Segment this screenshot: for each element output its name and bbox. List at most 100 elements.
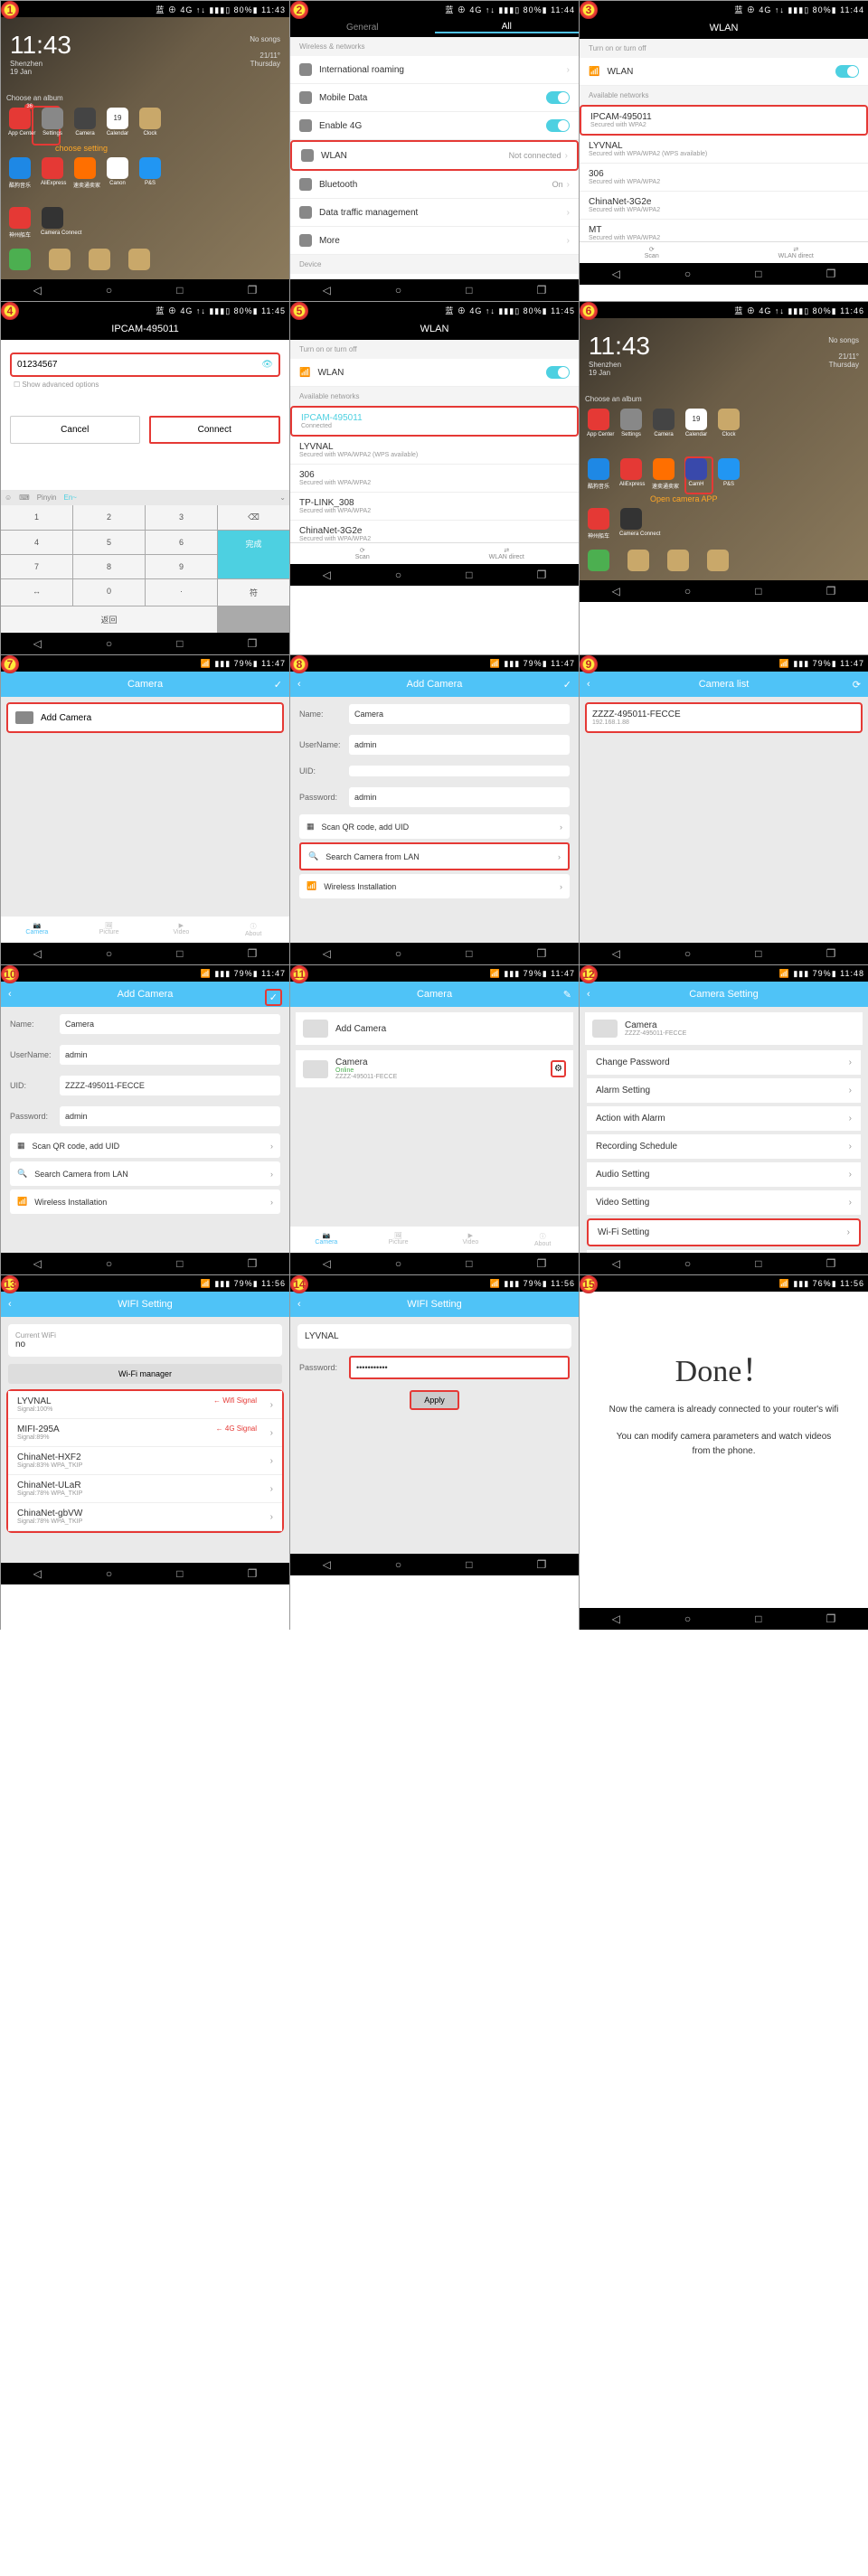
wlan-toggle-row[interactable]: 📶WLAN xyxy=(580,58,868,86)
key[interactable]: 7 xyxy=(1,555,72,578)
toggle-icon[interactable] xyxy=(835,65,859,78)
wifi-option[interactable]: ChinaNet-HXF2Signal:83% WPA_TKIP› xyxy=(8,1447,282,1475)
dock-phone[interactable] xyxy=(88,249,111,272)
edit-icon[interactable]: ✎ xyxy=(563,989,571,1001)
check-icon[interactable]: ✓ xyxy=(563,679,571,691)
search-lan-button[interactable]: 🔍Search Camera from LAN› xyxy=(10,1161,280,1186)
key[interactable]: ↔ xyxy=(1,579,72,606)
password-input[interactable]: 01234567👁 xyxy=(10,353,280,377)
row-data-traffic[interactable]: Data traffic management› xyxy=(290,199,579,227)
wifi-item[interactable]: TP-LINK_308Secured with WPA/WPA2 xyxy=(290,493,579,521)
back-icon[interactable]: ‹ xyxy=(297,679,301,690)
scan-button[interactable]: ⟳Scan xyxy=(290,547,435,560)
wireless-install-button[interactable]: 📶Wireless Installation› xyxy=(10,1189,280,1214)
wlan-direct-button[interactable]: ⇄WLAN direct xyxy=(724,246,868,259)
apply-button[interactable]: Apply xyxy=(410,1390,459,1410)
key[interactable]: · xyxy=(146,579,217,606)
key[interactable]: 6 xyxy=(146,531,217,554)
row-more[interactable]: More› xyxy=(290,227,579,255)
wifi-ipcam[interactable]: IPCAM-495011Secured with WPA2 xyxy=(580,105,868,136)
wlan-direct-button[interactable]: ⇄WLAN direct xyxy=(435,547,580,560)
app-seller[interactable]: 速卖通卖家 xyxy=(73,157,97,189)
advanced-checkbox[interactable]: ☐ Show advanced options xyxy=(14,381,277,389)
setting-change-password[interactable]: Change Password› xyxy=(587,1050,861,1075)
app-clock[interactable]: Clock xyxy=(138,108,162,136)
row-enable-4g[interactable]: Enable 4G xyxy=(290,112,579,140)
weather-widget[interactable]: No songs21/11°Thursday xyxy=(250,35,280,68)
uid-input[interactable] xyxy=(349,766,570,776)
toggle-icon[interactable] xyxy=(546,91,570,104)
cancel-button[interactable]: Cancel xyxy=(10,416,140,444)
wifi-option[interactable]: LYVNALSignal:100%›← Wifi Signal xyxy=(8,1391,282,1419)
key[interactable]: 9 xyxy=(146,555,217,578)
key-backspace[interactable]: ⌫ xyxy=(218,505,289,530)
wifi-item[interactable]: LYVNALSecured with WPA/WPA2 (WPS availab… xyxy=(290,437,579,465)
check-icon[interactable]: ✓ xyxy=(274,679,282,691)
wifi-item[interactable]: 306Secured with WPA/WPA2 xyxy=(580,164,868,192)
setting-video[interactable]: Video Setting› xyxy=(587,1190,861,1215)
key-back[interactable]: 返回 xyxy=(1,606,217,633)
scan-qr-button[interactable]: ▦Scan QR code, add UID› xyxy=(299,814,570,839)
wlan-toggle-row[interactable]: 📶WLAN xyxy=(290,359,579,387)
clock-widget[interactable]: 11:43 Shenzhen19 Jan xyxy=(10,31,71,76)
nav-tabs[interactable]: ❐ xyxy=(248,284,258,296)
setting-alarm[interactable]: Alarm Setting› xyxy=(587,1078,861,1103)
nav-back[interactable]: ◁ xyxy=(33,284,42,296)
key[interactable]: 3 xyxy=(146,505,217,530)
tab-general[interactable]: General xyxy=(290,23,435,33)
refresh-icon[interactable]: ⟳ xyxy=(853,679,861,691)
wifi-option[interactable]: ChinaNet-ULaRSignal:78% WPA_TKIP› xyxy=(8,1475,282,1503)
search-lan-button[interactable]: 🔍Search Camera from LAN› xyxy=(299,842,570,870)
add-camera-row[interactable]: Add Camera xyxy=(296,1012,573,1045)
wifi-item[interactable]: ChinaNet-3G2eSecured with WPA/WPA2 xyxy=(580,192,868,220)
wifi-option[interactable]: ChinaNet-gbVWSignal:78% WPA_TKIP› xyxy=(8,1503,282,1531)
eye-icon[interactable]: 👁 xyxy=(261,360,273,370)
row-mobile-data[interactable]: Mobile Data xyxy=(290,84,579,112)
key-symbol[interactable]: 符 xyxy=(218,579,289,606)
key[interactable]: 0 xyxy=(73,579,145,606)
dock-wechat[interactable] xyxy=(8,249,32,272)
wifi-item[interactable]: LYVNALSecured with WPA/WPA2 (WPS availab… xyxy=(580,136,868,164)
wifi-option[interactable]: MIFI-295ASignal:89%›← 4G Signal xyxy=(8,1419,282,1447)
nav-recent[interactable]: □ xyxy=(176,284,183,296)
setting-action-alarm[interactable]: Action with Alarm› xyxy=(587,1106,861,1131)
key[interactable]: 5 xyxy=(73,531,145,554)
app-camera[interactable]: Camera xyxy=(73,108,97,136)
key[interactable]: 8 xyxy=(73,555,145,578)
wifi-ipcam-connected[interactable]: IPCAM-495011Connected xyxy=(290,406,579,437)
camera-item[interactable]: Camera Online ZZZZ-495011-FECCE ⚙ xyxy=(296,1050,573,1087)
app-calendar[interactable]: 19Calendar xyxy=(106,108,129,136)
setting-recording[interactable]: Recording Schedule› xyxy=(587,1134,861,1159)
wireless-install-button[interactable]: 📶Wireless Installation› xyxy=(299,874,570,898)
dock-messages[interactable] xyxy=(127,249,151,272)
password-input[interactable]: admin xyxy=(349,787,570,807)
name-input[interactable]: Camera xyxy=(349,704,570,724)
album-bar[interactable]: Choose an album xyxy=(6,94,63,102)
scan-button[interactable]: ⟳Scan xyxy=(580,246,724,259)
username-input[interactable]: admin xyxy=(349,735,570,755)
camera-lan-item[interactable]: ZZZZ-495011-FECCE 192.168.1.88 xyxy=(585,702,863,733)
key[interactable]: 1 xyxy=(1,505,72,530)
app-canon[interactable]: Canon xyxy=(106,157,129,189)
row-intl-roaming[interactable]: International roaming› xyxy=(290,56,579,84)
key-done[interactable]: 完成 xyxy=(218,531,289,578)
tab-camera[interactable]: 📷Camera xyxy=(1,922,73,937)
key[interactable]: 4 xyxy=(1,531,72,554)
app-pas[interactable]: P&S xyxy=(138,157,162,189)
connect-button[interactable]: Connect xyxy=(149,416,281,444)
wifi-manager-button[interactable]: Wi-Fi manager xyxy=(8,1364,282,1384)
check-icon[interactable]: ✓ xyxy=(265,989,282,1006)
dock-contacts[interactable] xyxy=(48,249,71,272)
row-bluetooth[interactable]: BluetoothOn› xyxy=(290,171,579,199)
tab-picture[interactable]: 🖼Picture xyxy=(73,922,146,937)
add-camera-button[interactable]: Add Camera xyxy=(6,702,284,733)
app-camera-connect[interactable]: Camera Connect xyxy=(41,207,64,239)
scan-qr-button[interactable]: ▦Scan QR code, add UID› xyxy=(10,1133,280,1158)
toggle-icon[interactable] xyxy=(546,119,570,132)
nav-home[interactable]: ○ xyxy=(106,284,112,296)
app-kugou[interactable]: 酷狗音乐 xyxy=(8,157,32,189)
app-cam-y[interactable]: CamH xyxy=(684,458,708,490)
setting-audio[interactable]: Audio Setting› xyxy=(587,1162,861,1187)
key[interactable]: 2 xyxy=(73,505,145,530)
app-settings[interactable]: Settings xyxy=(41,108,64,136)
